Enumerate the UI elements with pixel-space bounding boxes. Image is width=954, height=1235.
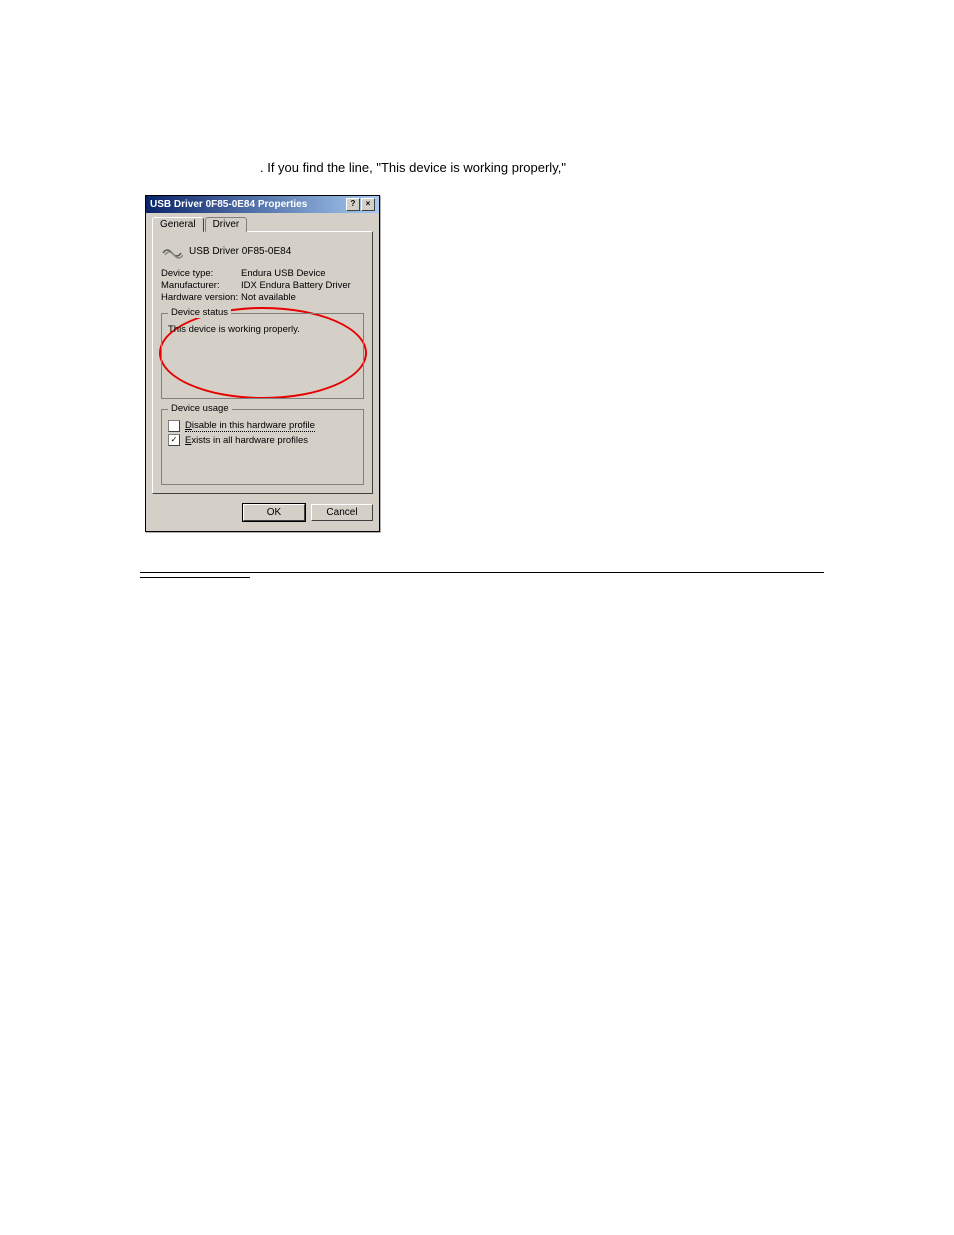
cancel-button[interactable]: Cancel bbox=[311, 504, 373, 521]
label-exists: Exists in all hardware profiles bbox=[185, 435, 308, 446]
checkbox-row-disable[interactable]: Disable in this hardware profile bbox=[168, 420, 357, 432]
device-name: USB Driver 0F85-0E84 bbox=[189, 246, 291, 257]
checkbox-exists[interactable] bbox=[168, 434, 180, 446]
group-device-status: Device status This device is working pro… bbox=[161, 313, 364, 399]
legend-device-usage: Device usage bbox=[168, 403, 232, 414]
screenshot-figure: USB Driver 0F85-0E84 Properties ? × Gene… bbox=[145, 195, 380, 532]
device-header: USB Driver 0F85-0E84 bbox=[161, 242, 364, 260]
underline-segment bbox=[140, 577, 250, 578]
close-button[interactable]: × bbox=[361, 198, 375, 211]
row-device-type: Device type: Endura USB Device bbox=[161, 268, 364, 279]
tab-general[interactable]: General bbox=[152, 217, 204, 232]
document-page: . If you find the line, "This device is … bbox=[0, 0, 954, 578]
checkbox-row-exists[interactable]: Exists in all hardware profiles bbox=[168, 434, 357, 446]
tab-panel-general: USB Driver 0F85-0E84 Device type: Endura… bbox=[152, 231, 373, 494]
legend-device-status: Device status bbox=[168, 307, 231, 318]
ok-button[interactable]: OK bbox=[243, 504, 305, 521]
horizontal-rule bbox=[140, 572, 824, 573]
label-manufacturer: Manufacturer: bbox=[161, 280, 241, 291]
dialog-titlebar: USB Driver 0F85-0E84 Properties ? × bbox=[146, 196, 379, 213]
label-hw-version: Hardware version: bbox=[161, 292, 241, 303]
label-device-type: Device type: bbox=[161, 268, 241, 279]
dialog-buttons: OK Cancel bbox=[152, 504, 373, 521]
properties-dialog: USB Driver 0F85-0E84 Properties ? × Gene… bbox=[145, 195, 380, 532]
value-manufacturer: IDX Endura Battery Driver bbox=[241, 280, 351, 291]
dialog-body: General Driver USB Driver 0F85-0E84 Devi… bbox=[146, 213, 379, 531]
dialog-title: USB Driver 0F85-0E84 Properties bbox=[150, 199, 307, 210]
device-status-text: This device is working properly. bbox=[168, 324, 357, 335]
usb-device-icon bbox=[161, 242, 183, 260]
tab-strip: General Driver bbox=[152, 217, 373, 232]
status-wrapper: Device status This device is working pro… bbox=[161, 313, 364, 399]
checkbox-disable[interactable] bbox=[168, 420, 180, 432]
help-button[interactable]: ? bbox=[346, 198, 360, 211]
value-hw-version: Not available bbox=[241, 292, 296, 303]
value-device-type: Endura USB Device bbox=[241, 268, 325, 279]
titlebar-buttons: ? × bbox=[345, 198, 375, 211]
body-text-line: . If you find the line, "This device is … bbox=[260, 160, 864, 175]
tab-driver[interactable]: Driver bbox=[205, 217, 248, 232]
label-disable: Disable in this hardware profile bbox=[185, 420, 315, 432]
row-manufacturer: Manufacturer: IDX Endura Battery Driver bbox=[161, 280, 364, 291]
row-hw-version: Hardware version: Not available bbox=[161, 292, 364, 303]
group-device-usage: Device usage Disable in this hardware pr… bbox=[161, 409, 364, 485]
